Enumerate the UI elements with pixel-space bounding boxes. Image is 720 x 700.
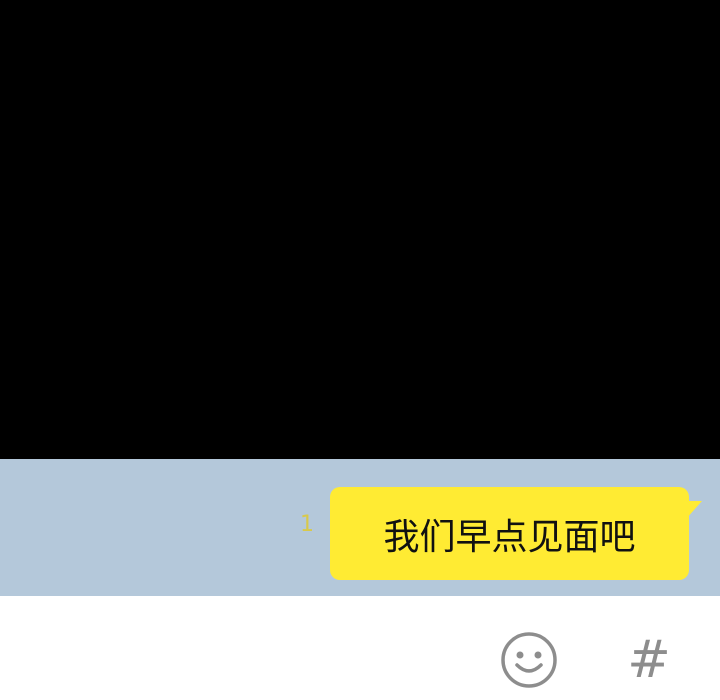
outgoing-message-bubble[interactable]: 我们早点见面吧 [330,487,702,580]
input-bar: # [0,596,720,700]
message-text: 我们早点见面吧 [383,516,636,558]
dark-image-area [0,0,720,459]
chat-message-area: 1 我们早点见面吧 [0,459,720,596]
smiley-face-svg [501,632,557,688]
hashtag-button[interactable]: # [626,632,672,688]
smiley-face-icon[interactable] [500,631,558,689]
unread-count: 1 [300,512,314,537]
